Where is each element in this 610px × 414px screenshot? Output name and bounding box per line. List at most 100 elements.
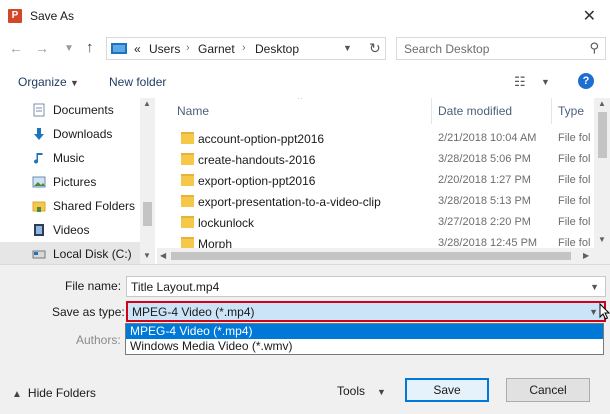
folder-icon: [181, 174, 194, 186]
file-list-horizontal-scrollbar[interactable]: ◀ ▶: [157, 248, 610, 264]
option-wmv[interactable]: Windows Media Video (*.wmv): [126, 339, 603, 354]
column-header-row: ⌃ Name Date modified Type: [157, 98, 610, 124]
scroll-left-icon[interactable]: ◀: [160, 251, 166, 260]
file-date: 3/28/2018 5:06 PM: [438, 153, 531, 165]
scroll-thumb[interactable]: [171, 252, 571, 260]
breadcrumb-desktop[interactable]: Desktop: [255, 42, 299, 56]
tools-label: Tools: [337, 384, 366, 398]
sort-ascending-icon: ⌃: [296, 98, 304, 105]
scroll-thumb[interactable]: [598, 112, 607, 158]
back-arrow-icon[interactable]: ←: [9, 40, 23, 56]
shared-folders-icon: [32, 201, 46, 212]
file-list-vertical-scrollbar[interactable]: ▲ ▼: [594, 98, 610, 248]
music-icon: [34, 153, 43, 164]
nav-item-documents[interactable]: Documents: [0, 98, 140, 122]
documents-icon: [33, 103, 45, 117]
address-row: ← → ▼ ↑ « Users › Garnet › Desktop ▼ ↻ S…: [0, 36, 610, 62]
column-header-type[interactable]: Type: [558, 104, 584, 118]
save-button[interactable]: Save: [405, 378, 489, 402]
nav-item-label: Shared Folders: [53, 199, 136, 213]
file-type: File fol: [558, 174, 591, 186]
local-disk-icon: [32, 250, 46, 259]
save-as-type-label: Save as type:: [52, 305, 125, 319]
nav-item-downloads[interactable]: Downloads: [0, 122, 140, 146]
close-icon[interactable]: ✕: [583, 6, 596, 26]
new-folder-button[interactable]: New folder: [109, 75, 166, 89]
column-header-name[interactable]: Name: [177, 104, 209, 118]
nav-item-music[interactable]: Music: [0, 146, 140, 170]
breadcrumb-users[interactable]: Users: [149, 42, 180, 56]
file-type: File fol: [558, 195, 591, 207]
file-list: ⌃ Name Date modified Type account-option…: [157, 98, 610, 264]
videos-icon: [34, 224, 44, 236]
up-arrow-icon[interactable]: ↑: [86, 39, 94, 56]
save-as-type-value: MPEG-4 Video (*.mp4): [132, 305, 255, 319]
file-date: 3/27/2018 2:20 PM: [438, 216, 531, 228]
hide-folders-button[interactable]: ▲ Hide Folders: [12, 386, 96, 400]
table-row[interactable]: create-handouts-2016 3/28/2018 5:06 PM F…: [157, 150, 594, 171]
save-options-panel: File name: Title Layout.mp4 ▼ Save as ty…: [0, 264, 610, 414]
table-row[interactable]: lockunlock 3/27/2018 2:20 PM File fol: [157, 213, 594, 234]
organize-button[interactable]: Organize ▼: [18, 75, 79, 89]
nav-item-label: Music: [53, 151, 85, 165]
nav-item-label: Pictures: [53, 175, 97, 189]
search-input[interactable]: Search Desktop ⚲: [396, 37, 606, 60]
change-view-icon[interactable]: ☷: [514, 74, 526, 90]
file-name: lockunlock: [198, 216, 255, 230]
command-bar: Organize ▼ New folder ☷ ▼ ?: [0, 68, 610, 96]
file-name: export-presentation-to-a-video-clip: [198, 195, 381, 209]
refresh-icon[interactable]: ↻: [369, 40, 381, 57]
chevron-down-icon[interactable]: ▼: [589, 307, 598, 317]
save-as-type-select[interactable]: MPEG-4 Video (*.mp4) ▼: [126, 301, 606, 322]
breadcrumb-overflow[interactable]: «: [134, 42, 141, 56]
nav-pane-scrollbar[interactable]: ▲ ▼: [140, 98, 155, 264]
table-row[interactable]: account-option-ppt2016 2/21/2018 10:04 A…: [157, 129, 594, 150]
column-header-date-modified[interactable]: Date modified: [438, 104, 512, 118]
scroll-down-icon[interactable]: ▼: [598, 235, 606, 244]
breadcrumb-separator-icon[interactable]: ›: [242, 42, 246, 54]
file-name-field[interactable]: Title Layout.mp4 ▼: [126, 276, 606, 297]
cancel-button[interactable]: Cancel: [506, 378, 590, 402]
file-date: 2/21/2018 10:04 AM: [438, 132, 537, 144]
file-name-dropdown-icon[interactable]: ▼: [590, 282, 599, 292]
search-placeholder: Search Desktop: [404, 42, 490, 56]
file-date: 2/20/2018 1:27 PM: [438, 174, 531, 186]
folder-icon: [181, 132, 194, 144]
table-row[interactable]: export-presentation-to-a-video-clip 3/28…: [157, 192, 594, 213]
hide-folders-label: Hide Folders: [27, 386, 96, 400]
nav-item-shared-folders[interactable]: Shared Folders: [0, 194, 140, 218]
breadcrumb-separator-icon[interactable]: ›: [186, 42, 190, 54]
authors-label: Authors:: [76, 333, 121, 347]
forward-arrow-icon[interactable]: →: [35, 40, 49, 56]
folder-icon: [181, 216, 194, 228]
view-options-dropdown-icon[interactable]: ▼: [541, 77, 550, 87]
file-name: export-option-ppt2016: [198, 174, 316, 188]
nav-item-videos[interactable]: Videos: [0, 218, 140, 242]
recent-locations-dropdown-icon[interactable]: ▼: [64, 43, 74, 54]
help-icon[interactable]: ?: [578, 73, 594, 89]
tools-button[interactable]: Tools ▼: [337, 384, 386, 398]
breadcrumb-garnet[interactable]: Garnet: [198, 42, 235, 56]
scroll-thumb[interactable]: [143, 202, 152, 226]
scroll-up-icon[interactable]: ▲: [598, 99, 606, 108]
file-type: File fol: [558, 153, 591, 165]
file-date: 3/28/2018 5:13 PM: [438, 195, 531, 207]
nav-item-pictures[interactable]: Pictures: [0, 170, 140, 194]
scroll-right-icon[interactable]: ▶: [583, 251, 589, 260]
save-as-type-options: MPEG-4 Video (*.mp4) Windows Media Video…: [125, 323, 604, 355]
address-bar[interactable]: « Users › Garnet › Desktop ▼ ↻: [106, 37, 386, 60]
scroll-up-icon[interactable]: ▲: [143, 99, 151, 108]
search-icon[interactable]: ⚲: [589, 40, 599, 56]
this-pc-icon: [111, 43, 127, 54]
scroll-down-icon[interactable]: ▼: [143, 251, 151, 260]
downloads-icon: [34, 128, 44, 140]
file-name: account-option-ppt2016: [198, 132, 325, 146]
address-history-dropdown-icon[interactable]: ▼: [343, 43, 352, 53]
file-name: create-handouts-2016: [198, 153, 316, 167]
tools-dropdown-icon: ▼: [377, 387, 386, 397]
table-row[interactable]: export-option-ppt2016 2/20/2018 1:27 PM …: [157, 171, 594, 192]
column-divider[interactable]: [551, 98, 552, 124]
option-mpeg4[interactable]: MPEG-4 Video (*.mp4): [126, 324, 603, 339]
nav-item-local-disk[interactable]: Local Disk (C:): [0, 242, 140, 264]
column-divider[interactable]: [431, 98, 432, 124]
